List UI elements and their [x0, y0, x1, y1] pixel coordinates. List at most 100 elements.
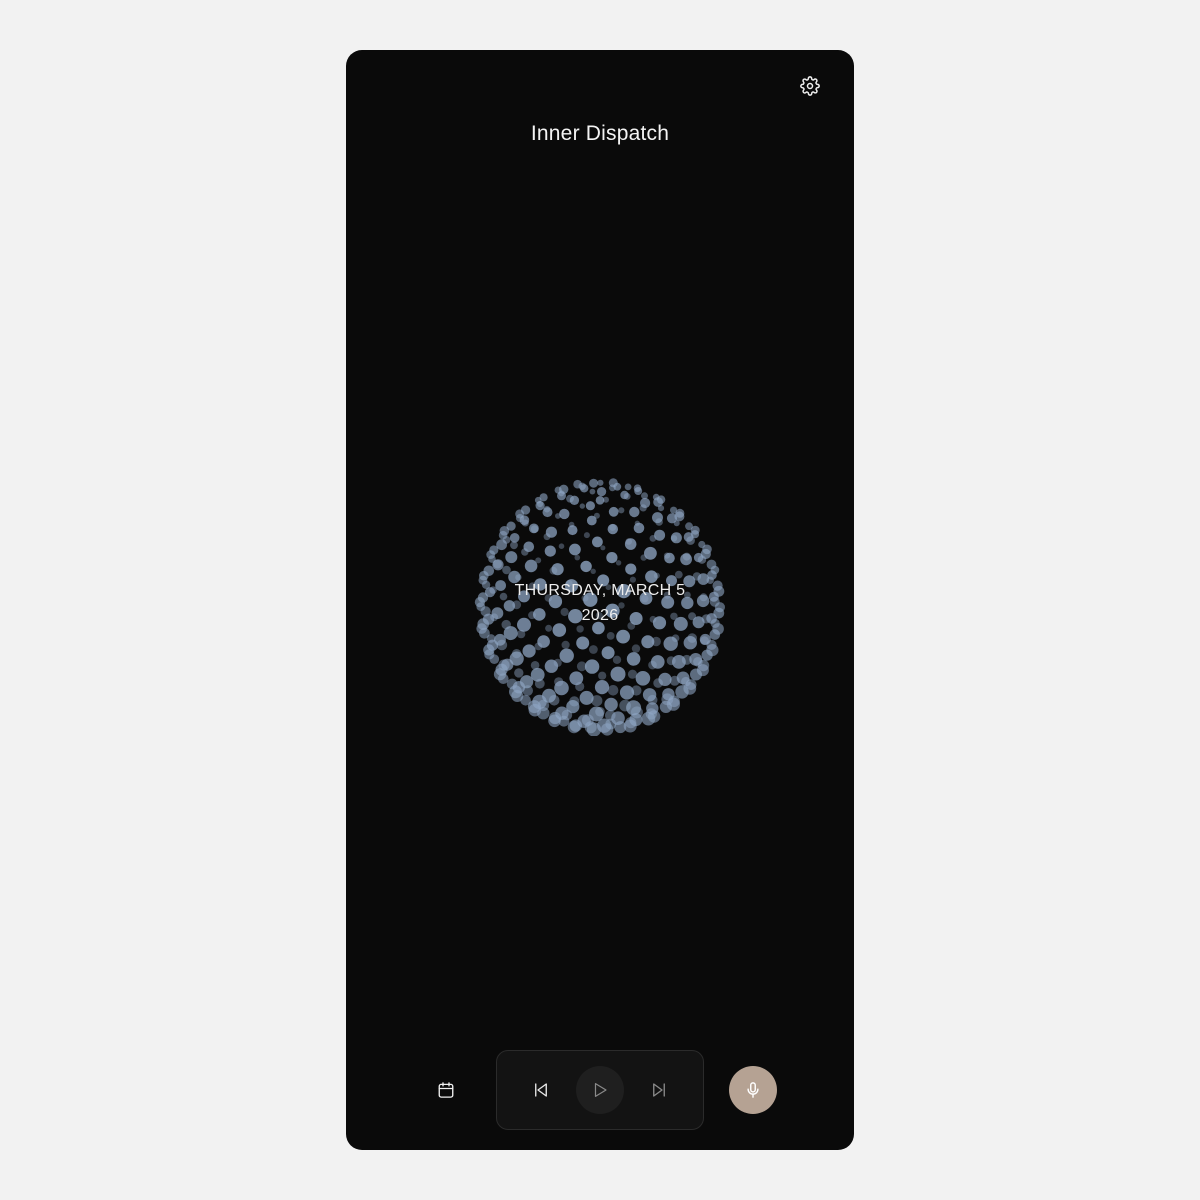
orb-particle [598, 671, 607, 680]
orb-particle [559, 648, 574, 663]
orb-particle [589, 478, 599, 488]
orb-particle [584, 659, 600, 674]
orb-particle [683, 636, 697, 650]
orb-particle [557, 491, 566, 501]
orb-particle [583, 532, 590, 539]
orb-particle [672, 655, 686, 669]
skip-forward-icon [653, 1083, 665, 1097]
orb-particle [635, 671, 651, 686]
orb-particle [588, 706, 604, 722]
orb-particle [670, 532, 682, 544]
gear-icon [800, 76, 820, 96]
orb-particle [503, 626, 518, 641]
orb-particle [680, 553, 692, 566]
orb-particle [606, 632, 615, 640]
orb-particle [666, 513, 678, 524]
orb-particle [580, 484, 589, 493]
orb-particle [608, 506, 619, 517]
orb-particle [558, 543, 565, 549]
orb-particle [644, 546, 657, 560]
orb-particle [589, 645, 598, 654]
orb-particle [544, 659, 559, 673]
orb-particle [542, 688, 556, 703]
play-button[interactable] [576, 1066, 624, 1114]
orb-particle [510, 541, 518, 550]
orb-particle [675, 685, 689, 699]
orb-particle [519, 515, 530, 525]
orb-particle [629, 506, 640, 518]
orb-particle [701, 649, 713, 661]
orb-particle [633, 522, 645, 534]
orb-particle [559, 508, 570, 520]
orb-particle [693, 552, 704, 563]
orb-particle [652, 512, 663, 524]
orb-particle [554, 680, 569, 696]
orb-particle [601, 646, 615, 660]
orb-particle [594, 680, 610, 695]
orb-particle [626, 652, 641, 666]
orb-particle [664, 552, 675, 564]
date-weekday-month: THURSDAY, MARCH 5 [514, 582, 686, 599]
orb-particle [589, 488, 596, 495]
orb-particle [569, 543, 581, 556]
orb-particle [610, 666, 626, 682]
settings-button[interactable] [798, 74, 822, 98]
orb-particle [496, 539, 507, 551]
orb-particle [530, 667, 545, 682]
orb-particle [709, 629, 721, 640]
orb-particle [658, 672, 672, 686]
microphone-icon [747, 1082, 759, 1098]
orb-particle [509, 533, 520, 543]
orb-particle [551, 563, 564, 576]
orb-particle [646, 702, 659, 715]
orb-particle [616, 629, 630, 644]
orb-particle [506, 521, 516, 531]
orb-particle [574, 554, 581, 561]
orb-particle [522, 644, 536, 658]
orb-particle [607, 523, 618, 535]
date-year: 2026 [581, 607, 619, 624]
orb-particle [600, 545, 606, 551]
orb-particle [634, 487, 643, 495]
orb-particle [566, 700, 580, 714]
orb-particle [492, 559, 504, 571]
orb-particle [625, 563, 637, 575]
orb-particle [651, 655, 665, 669]
orb-particle [640, 497, 651, 509]
orb-particle [514, 668, 524, 678]
orb-particle [629, 713, 643, 727]
orb-particle [641, 635, 655, 649]
orb-particle [604, 697, 618, 712]
orb-particle [585, 501, 595, 511]
app-screen: Inner Dispatch THURSDAY, MARCH 5 2026 [346, 50, 854, 1150]
orb-particle [544, 545, 556, 557]
orb-particle [494, 633, 506, 646]
orb-particle [502, 565, 511, 575]
record-button[interactable] [729, 1066, 777, 1114]
orb-particle [663, 636, 678, 651]
orb-particle [561, 640, 570, 649]
orb-particle [659, 700, 672, 713]
orb-particle [580, 560, 592, 573]
previous-button[interactable] [529, 1078, 553, 1102]
orb-particle [615, 560, 622, 566]
date-display: THURSDAY, MARCH 5 2026 [346, 578, 854, 628]
orb-particle [597, 487, 607, 497]
orb-particle [483, 565, 495, 577]
orb-particle [662, 688, 675, 701]
orb-particle [577, 714, 591, 728]
calendar-button[interactable] [434, 1078, 458, 1102]
orb-particle [619, 685, 635, 700]
orb-particle [611, 711, 625, 725]
orb-particle [537, 635, 550, 648]
orb-particle [595, 496, 605, 505]
orb-particle [654, 529, 666, 541]
next-button[interactable] [647, 1078, 671, 1102]
orb-particle [521, 505, 531, 515]
orb-particle [542, 507, 553, 518]
orb-particle [624, 483, 632, 491]
orb-particle [690, 668, 702, 681]
orb-particle [567, 525, 578, 536]
orb-particle [529, 523, 539, 534]
play-icon [594, 1083, 607, 1097]
